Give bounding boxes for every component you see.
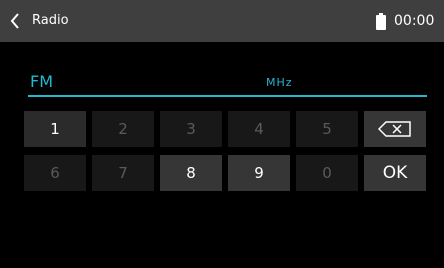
key-label: 0 <box>322 164 332 182</box>
battery-icon <box>376 13 386 30</box>
key-3[interactable]: 3 <box>160 111 222 147</box>
clock: 00:00 <box>394 13 435 29</box>
key-8[interactable]: 8 <box>160 155 222 191</box>
key-0[interactable]: 0 <box>296 155 358 191</box>
key-5[interactable]: 5 <box>296 111 358 147</box>
key-9[interactable]: 9 <box>228 155 290 191</box>
key-label: 5 <box>322 120 332 138</box>
back-button[interactable]: Radio <box>0 0 90 42</box>
key-label: 3 <box>186 120 196 138</box>
radio-screen: Radio 00:00 FM MHz 1 2 3 4 5 6 7 8 9 0 O… <box>0 0 444 268</box>
key-label: 7 <box>118 164 128 182</box>
key-label: 2 <box>118 120 128 138</box>
key-label: 4 <box>254 120 264 138</box>
top-bar: Radio 00:00 <box>0 0 444 42</box>
band-label: FM <box>30 72 54 91</box>
chevron-left-icon <box>10 13 19 29</box>
key-7[interactable]: 7 <box>92 155 154 191</box>
key-2[interactable]: 2 <box>92 111 154 147</box>
key-label: 6 <box>50 164 60 182</box>
backspace-icon <box>378 121 411 137</box>
key-6[interactable]: 6 <box>24 155 86 191</box>
key-label: 9 <box>254 164 264 182</box>
key-label: 8 <box>186 164 196 182</box>
key-1[interactable]: 1 <box>24 111 86 147</box>
frequency-input[interactable]: FM MHz <box>28 72 427 98</box>
key-label: 1 <box>50 120 60 138</box>
input-underline <box>28 95 427 97</box>
ok-label: OK <box>382 163 408 183</box>
ok-button[interactable]: OK <box>364 155 426 191</box>
unit-label: MHz <box>266 76 293 89</box>
key-4[interactable]: 4 <box>228 111 290 147</box>
delete-button[interactable] <box>364 111 426 147</box>
page-title: Radio <box>32 13 69 28</box>
